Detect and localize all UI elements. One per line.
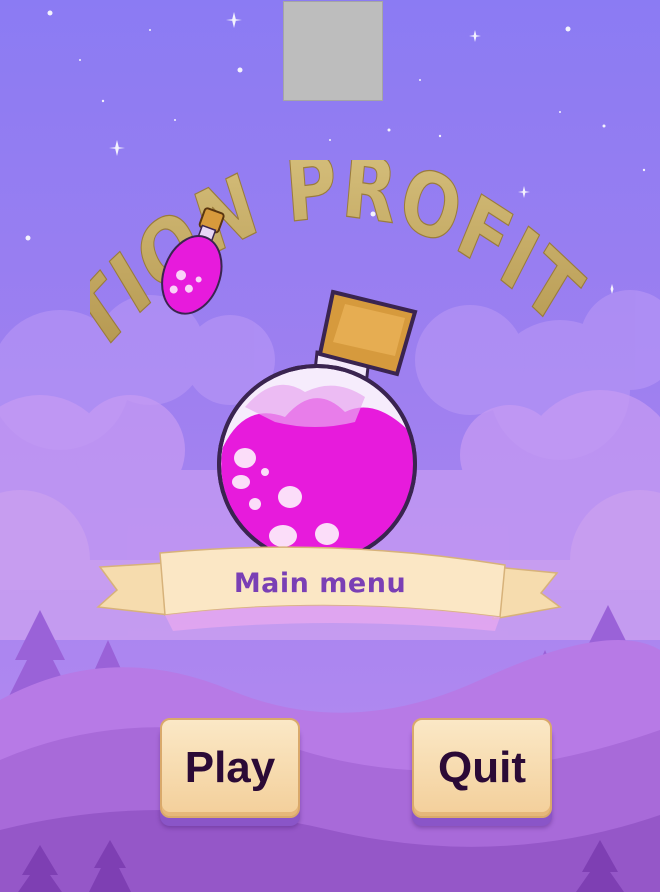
quit-button[interactable]: Quit (412, 718, 552, 818)
play-button[interactable]: Play (160, 718, 300, 818)
ad-placeholder (283, 1, 383, 101)
quit-button-label: Quit (438, 743, 526, 792)
potion-bottle-icon (217, 289, 418, 564)
play-button-label: Play (184, 743, 276, 792)
main-menu-label: Main menu (233, 568, 407, 599)
